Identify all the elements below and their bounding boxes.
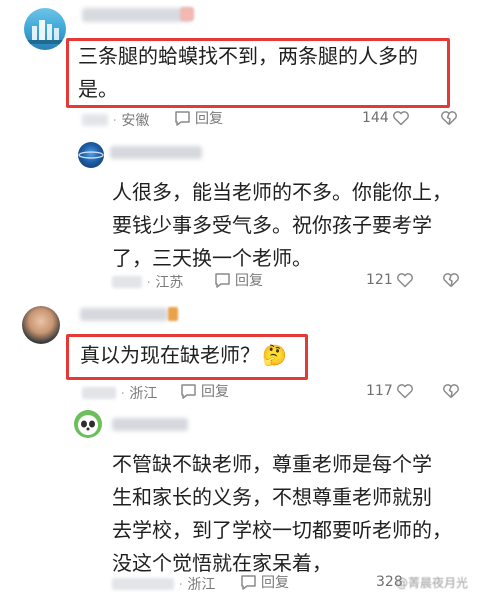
- reply-label: 回复: [195, 111, 223, 127]
- comment-text: 三条腿的蛤蟆找不到，两条腿的人多的 是。: [78, 40, 418, 106]
- avatar[interactable]: [24, 8, 66, 50]
- comment-icon: [215, 273, 230, 288]
- broken-heart-icon[interactable]: [442, 272, 460, 288]
- reply-button[interactable]: 回复: [214, 270, 263, 290]
- heart-icon[interactable]: [392, 110, 410, 126]
- comment-line: 要钱少事多受气多。祝你孩子要考学: [112, 213, 432, 237]
- thinking-face-icon: 🤔: [262, 343, 287, 367]
- watermark: @菁晨夜月光: [396, 576, 469, 590]
- broken-heart-icon[interactable]: [440, 110, 458, 126]
- badge-icon: [168, 307, 178, 321]
- avatar[interactable]: [74, 410, 102, 438]
- comment-text: 真以为现在缺老师？ 🤔: [80, 339, 287, 372]
- avatar[interactable]: [22, 306, 60, 344]
- comment-line: 三条腿的蛤蟆找不到，两条腿的人多的: [78, 44, 418, 68]
- comment-icon: [241, 575, 256, 590]
- comment-line: 是。: [78, 77, 118, 101]
- planet-icon: [78, 151, 104, 159]
- panda-face-icon: [78, 415, 98, 435]
- like-count: 117: [366, 383, 393, 399]
- heart-icon[interactable]: [396, 272, 414, 288]
- location-label: 浙江: [187, 577, 216, 593]
- comment-line: 了，三天换一个老师。: [112, 246, 312, 270]
- comment-line: 不管缺不缺老师，尊重老师是每个学: [112, 452, 432, 476]
- comment-text: 不管缺不缺老师，尊重老师是每个学 生和家长的义务，不想尊重老师就别 去学校，到了…: [112, 448, 452, 580]
- badge-icon: [180, 7, 194, 21]
- location-label: 安徽: [121, 113, 150, 129]
- reply-label: 回复: [235, 273, 263, 289]
- reply-button[interactable]: 回复: [240, 572, 289, 592]
- reply-label: 回复: [261, 575, 289, 591]
- username-blurred[interactable]: [110, 146, 202, 159]
- reply-label: 回复: [201, 384, 229, 400]
- location-label: 江苏: [155, 275, 184, 291]
- comment-meta: · 浙江: [82, 383, 157, 403]
- comment-line: 真以为现在缺老师？: [80, 343, 260, 367]
- comment-meta: · 安徽: [82, 110, 149, 130]
- comment-line: 人很多，能当老师的不多。你能你上，: [112, 180, 452, 204]
- username-blurred[interactable]: [82, 8, 192, 22]
- reply-button[interactable]: 回复: [174, 108, 223, 128]
- like-count: 121: [366, 272, 393, 288]
- comment-line: 生和家长的义务，不想尊重老师就别: [112, 485, 432, 509]
- heart-icon[interactable]: [396, 383, 414, 399]
- username-blurred[interactable]: [80, 308, 168, 321]
- comment-text: 人很多，能当老师的不多。你能你上， 要钱少事多受气多。祝你孩子要考学 了，三天换…: [112, 176, 452, 275]
- username-blurred[interactable]: [112, 418, 188, 431]
- comment-icon: [175, 111, 190, 126]
- avatar[interactable]: [78, 142, 104, 168]
- comment-icon: [181, 384, 196, 399]
- like-count: 144: [362, 110, 389, 126]
- city-skyline-icon: [28, 20, 62, 44]
- comment-meta: · 浙江: [112, 574, 215, 594]
- comment-line: 去学校，到了学校一切都要听老师的，: [112, 518, 452, 542]
- comment-meta: · 江苏: [112, 272, 183, 292]
- location-label: 浙江: [129, 386, 158, 402]
- broken-heart-icon[interactable]: [442, 383, 460, 399]
- reply-button[interactable]: 回复: [180, 381, 229, 401]
